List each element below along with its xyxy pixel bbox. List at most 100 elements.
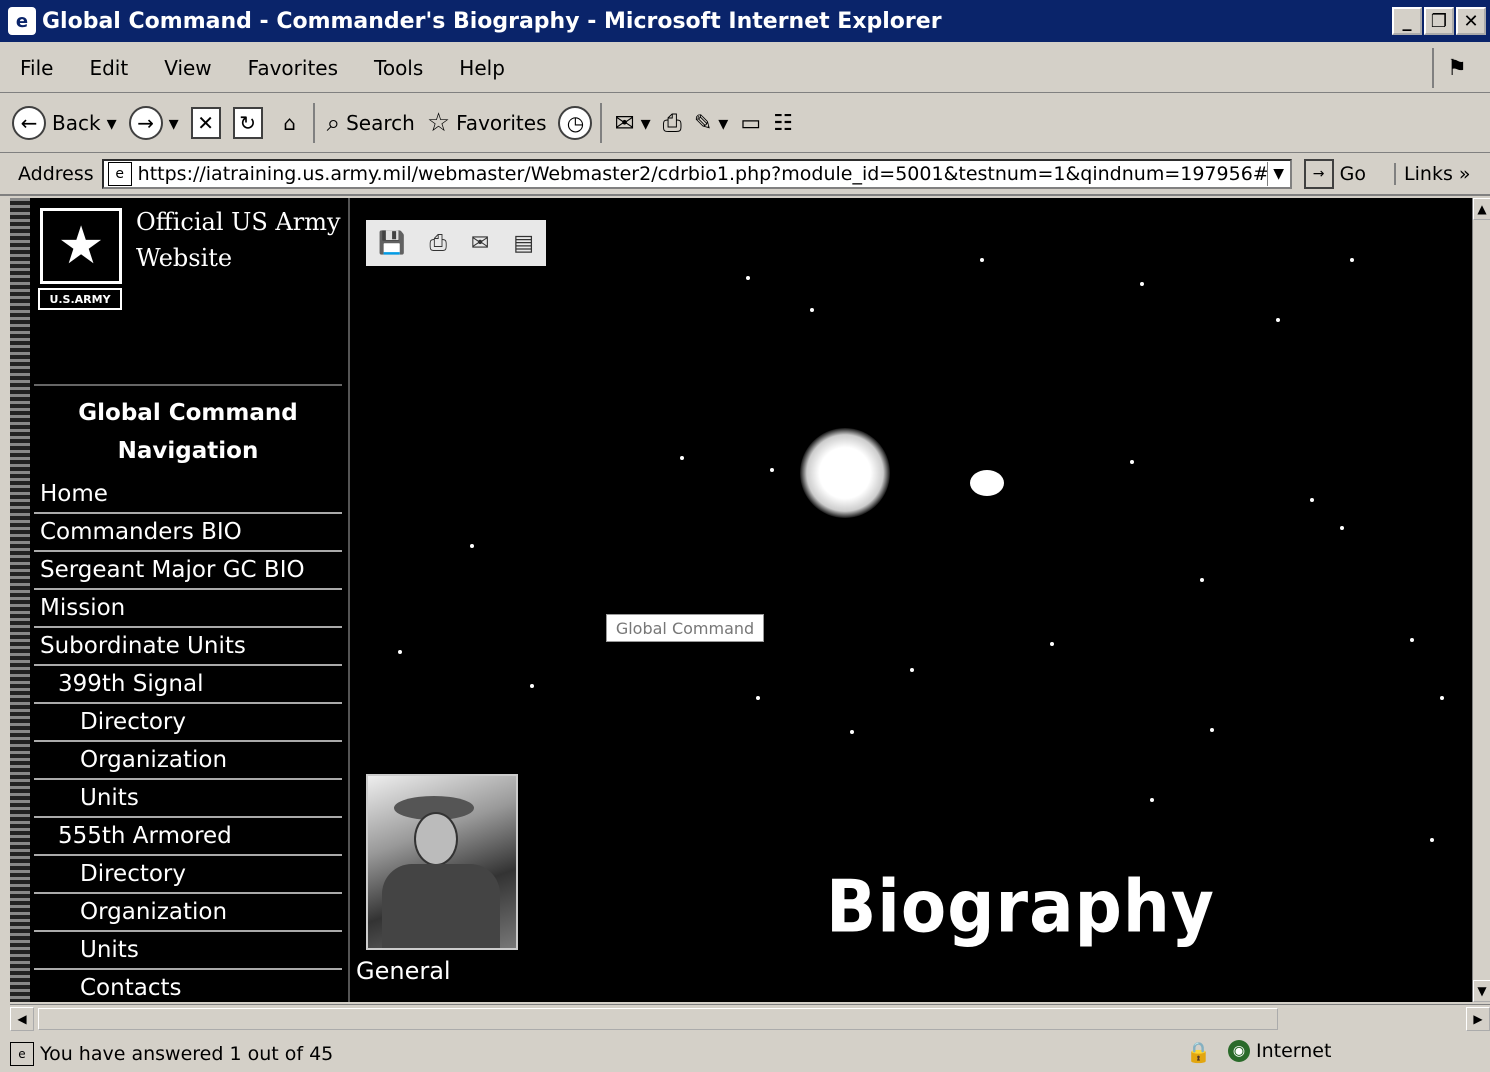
nav-heading-line-2: Navigation (117, 438, 259, 464)
nav-555th-organization[interactable]: Organization (34, 894, 342, 932)
minimize-button[interactable]: _ (1392, 7, 1422, 35)
edit-dropdown-icon: ▾ (718, 111, 729, 135)
print-icon[interactable]: ⎙ (429, 231, 447, 256)
menu-view[interactable]: View (164, 56, 211, 80)
back-arrow-icon: ← (12, 106, 46, 140)
page-heading: Biography (826, 864, 1215, 949)
back-label: Back (52, 111, 101, 135)
search-icon: ⌕ (326, 109, 341, 137)
nav-399th-units[interactable]: Units (34, 780, 342, 818)
star-dot (746, 276, 750, 280)
nav-heading-line-1: Global Command (78, 400, 298, 426)
nav-heading: Global Command Navigation (34, 384, 342, 470)
edit-button[interactable]: ✎ ▾ (694, 111, 728, 136)
close-button[interactable]: ✕ (1456, 7, 1486, 35)
print-icon[interactable]: ⎙ (663, 109, 682, 137)
history-icon[interactable]: ◷ (558, 106, 593, 140)
decorative-stripe (10, 198, 30, 1002)
nav-sergeant-major-bio[interactable]: Sergeant Major GC BIO (34, 552, 342, 590)
menu-edit[interactable]: Edit (89, 56, 128, 80)
maximize-button[interactable]: ❐ (1424, 7, 1454, 35)
nav-555th-units[interactable]: Units (34, 932, 342, 970)
toolbar-separator (312, 103, 315, 143)
mail-button[interactable]: ✉ ▾ (614, 109, 650, 137)
search-button[interactable]: ⌕ Search (327, 109, 415, 137)
global-command-label[interactable]: Global Command (606, 614, 764, 642)
star-dot (980, 258, 984, 262)
star-dot (1440, 696, 1444, 700)
forward-button[interactable]: → ▾ (128, 106, 179, 140)
status-text: You have answered 1 out of 45 (40, 1043, 334, 1065)
army-star-logo[interactable]: ★ (40, 208, 122, 284)
nav-555th-directory[interactable]: Directory (34, 856, 342, 894)
zone-label: Internet (1256, 1040, 1332, 1062)
nav-mission[interactable]: Mission (34, 590, 342, 628)
star-dot (1150, 798, 1154, 802)
portrait-body (382, 864, 500, 948)
mail-dropdown-icon: ▾ (640, 111, 651, 135)
scroll-right-icon[interactable]: ▶ (1466, 1007, 1490, 1031)
status-bar: e You have answered 1 out of 45 🔒 ◉ Inte… (0, 1036, 1490, 1072)
general-portrait[interactable] (366, 774, 518, 950)
address-url[interactable]: https://iatraining.us.army.mil/webmaster… (138, 163, 1267, 185)
nav-555th-armored[interactable]: 555th Armored (34, 818, 342, 856)
discuss-icon[interactable]: ▭ (740, 111, 761, 136)
star-dot (1210, 728, 1214, 732)
star-icon: ☆ (426, 108, 451, 138)
scroll-thumb[interactable] (38, 1008, 1278, 1030)
nav-399th-organization[interactable]: Organization (34, 742, 342, 780)
page-icon: e (10, 1042, 34, 1066)
scroll-down-icon[interactable]: ▼ (1473, 980, 1490, 1002)
nav-399th-directory[interactable]: Directory (34, 704, 342, 742)
favorites-button[interactable]: ☆ Favorites (427, 108, 547, 138)
menu-tools[interactable]: Tools (374, 56, 423, 80)
moon-graphic (970, 470, 1004, 496)
horizontal-scrollbar[interactable]: ◀ ▶ (10, 1004, 1490, 1033)
mail-icon[interactable]: ✉ (471, 231, 489, 256)
menu-help[interactable]: Help (459, 56, 505, 80)
links-button[interactable]: Links » (1394, 163, 1471, 185)
stop-icon[interactable]: ✕ (190, 107, 221, 139)
star-dot (850, 730, 854, 734)
go-arrow-icon: → (1303, 159, 1334, 189)
scroll-left-icon[interactable]: ◀ (10, 1007, 34, 1031)
back-button[interactable]: ← Back ▾ (12, 106, 117, 140)
nav-contacts[interactable]: Contacts (34, 970, 342, 1002)
lock-icon: 🔒 (1186, 1040, 1211, 1064)
forward-arrow-icon: → (128, 106, 163, 140)
refresh-icon[interactable]: ↻ (232, 107, 263, 139)
vertical-scrollbar[interactable]: ▲ ▼ (1472, 198, 1490, 1002)
nav-subordinate-units[interactable]: Subordinate Units (34, 628, 342, 666)
address-bar: Address e https://iatraining.us.army.mil… (0, 154, 1490, 196)
edit-icon: ✎ (693, 110, 713, 136)
menu-file[interactable]: File (20, 56, 53, 80)
ie-icon: e (8, 7, 36, 35)
nav-home[interactable]: Home (34, 476, 342, 514)
save-icon[interactable]: 💾 (378, 231, 405, 256)
address-input[interactable]: e https://iatraining.us.army.mil/webmast… (101, 159, 1292, 189)
star-dot (470, 544, 474, 548)
mail-icon: ✉ (614, 109, 635, 137)
official-line-1: Official US Army (136, 208, 341, 236)
star-dot (770, 468, 774, 472)
page-icon: e (107, 162, 132, 186)
menu-favorites[interactable]: Favorites (248, 56, 338, 80)
home-icon[interactable]: ⌂ (275, 107, 305, 139)
left-sidebar: ★ U.S.ARMY Official US Army Website Glob… (10, 198, 350, 1002)
nav-menu: Home Commanders BIO Sergeant Major GC BI… (34, 476, 342, 1002)
scroll-up-icon[interactable]: ▲ (1473, 198, 1490, 220)
links-label: Links (1404, 163, 1453, 185)
forward-dropdown-icon[interactable]: ▾ (169, 111, 179, 135)
search-label: Search (346, 111, 415, 135)
nav-399th-signal[interactable]: 399th Signal (34, 666, 342, 704)
back-dropdown-icon[interactable]: ▾ (107, 111, 117, 135)
go-label: Go (1339, 163, 1367, 185)
address-label: Address (18, 163, 94, 185)
go-button[interactable]: → Go (1303, 159, 1367, 189)
windows-logo-icon: ⚑ (1432, 48, 1480, 88)
folder-icon[interactable]: ▤ (513, 231, 534, 256)
star-dot (910, 668, 914, 672)
messenger-icon[interactable]: ☷ (773, 111, 793, 136)
nav-commanders-bio[interactable]: Commanders BIO (34, 514, 342, 552)
address-dropdown-icon[interactable]: ▼ (1266, 162, 1290, 186)
